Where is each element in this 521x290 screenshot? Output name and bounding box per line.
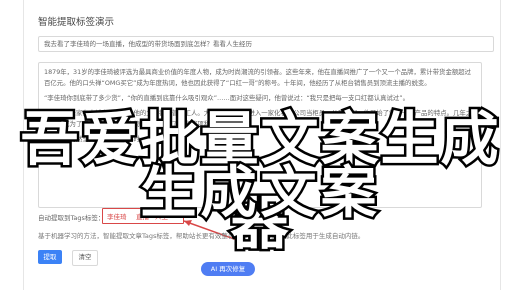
page-title: 智能提取标签演示 bbox=[38, 17, 115, 28]
ai-repair-button[interactable]: AI 再次修复 bbox=[201, 262, 255, 276]
overlay-caption-line2: 生成文案 bbox=[138, 159, 381, 229]
query-input[interactable] bbox=[38, 36, 494, 52]
article-paragraph: 1879年，31岁的李佳琦被评选为最具商业价值的年度人物，成为时尚潮流的引领者。… bbox=[44, 68, 472, 87]
